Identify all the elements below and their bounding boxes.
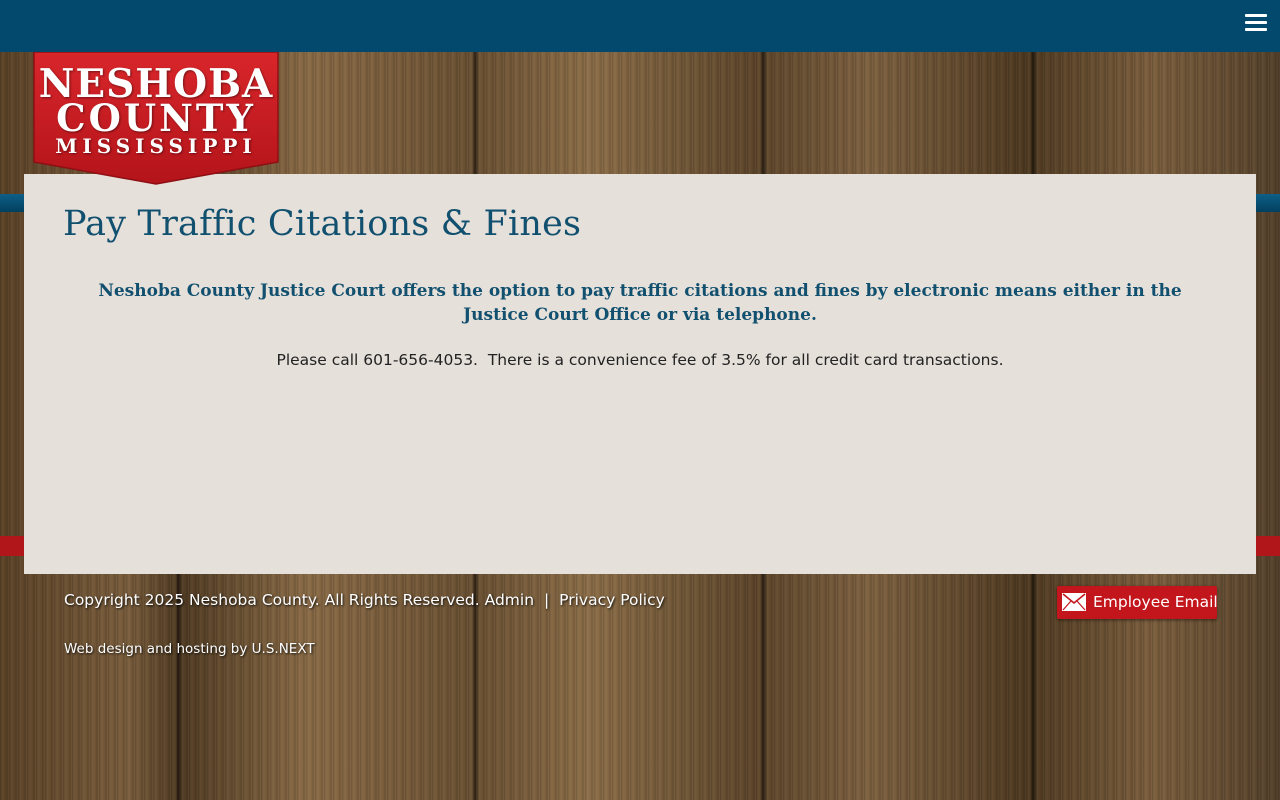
copyright-text: Copyright 2025 Neshoba County. All Right… (64, 591, 480, 609)
footer-separator: | (543, 591, 550, 609)
employee-email-button[interactable]: Employee Email (1057, 586, 1218, 619)
admin-link[interactable]: Admin (485, 591, 534, 609)
main-content-panel: Pay Traffic Citations & Fines Neshoba Co… (24, 174, 1256, 574)
logo-line-county: COUNTY (56, 96, 256, 140)
footer-copyright: Copyright 2025 Neshoba County. All Right… (64, 591, 665, 609)
county-logo[interactable]: NESHOBA COUNTY MISSISSIPPI (32, 52, 280, 185)
footer-credit: Web design and hosting by U.S.NEXT (64, 641, 315, 657)
logo-line-mississippi: MISSISSIPPI (55, 134, 257, 158)
contact-paragraph: Please call 601-656-4053. There is a con… (276, 351, 1004, 369)
hamburger-menu-icon[interactable] (1245, 14, 1267, 32)
usnext-link[interactable]: U.S.NEXT (252, 641, 315, 657)
page-title: Pay Traffic Citations & Fines (63, 204, 582, 244)
privacy-policy-link[interactable]: Privacy Policy (559, 591, 665, 609)
envelope-icon (1062, 593, 1086, 611)
employee-email-label: Employee Email (1093, 593, 1218, 611)
top-navigation-bar (0, 0, 1280, 52)
lead-paragraph: Neshoba County Justice Court offers the … (98, 281, 1182, 325)
credit-text: Web design and hosting by (64, 641, 248, 657)
